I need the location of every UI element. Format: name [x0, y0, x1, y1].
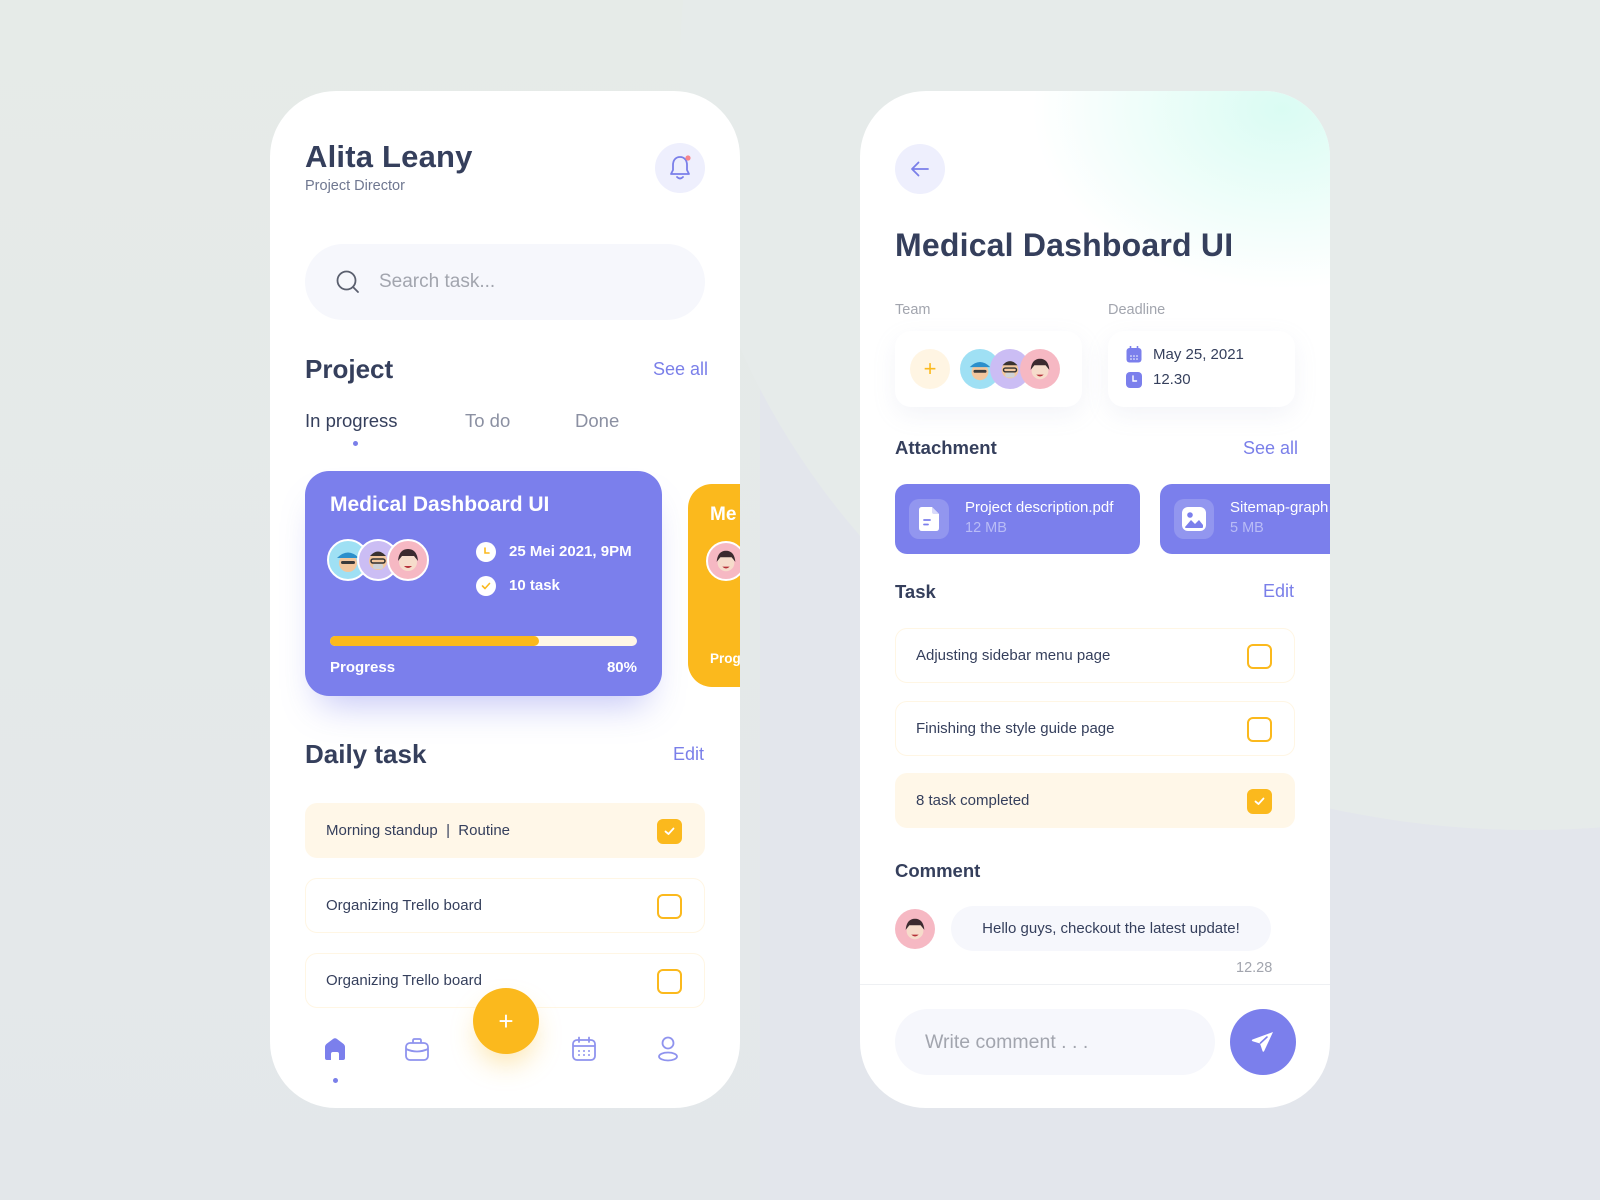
project-title: Medical Dashboard UI — [895, 227, 1234, 263]
attachment-name: Sitemap-graph — [1230, 499, 1329, 516]
image-icon — [1174, 499, 1214, 539]
progress-bar — [330, 636, 637, 646]
task-label: Organizing Trello board — [326, 897, 482, 914]
check-icon — [1254, 797, 1265, 805]
attachment-size: 12 MB — [965, 520, 1007, 536]
send-icon — [1251, 1032, 1273, 1052]
task-label: Finishing the style guide page — [916, 720, 1115, 737]
task-label: Adjusting sidebar menu page — [916, 647, 1111, 664]
project-section-title: Project — [305, 354, 394, 384]
nav-projects[interactable] — [402, 1034, 432, 1064]
deadline-time: 12.30 — [1153, 371, 1191, 388]
team-label: Team — [895, 302, 931, 318]
nav-active-indicator — [333, 1078, 338, 1083]
task-checkbox[interactable] — [1247, 717, 1272, 742]
task-label: 8 task completed — [916, 792, 1030, 809]
progress-label: Prog — [710, 651, 740, 666]
deadline-date: May 25, 2021 — [1153, 346, 1244, 363]
project-see-all-link[interactable]: See all — [653, 359, 708, 380]
active-tab-indicator — [353, 441, 358, 446]
attachment-title: Attachment — [895, 437, 997, 458]
project-detail-screen: Medical Dashboard UI Team Deadline + May… — [860, 91, 1330, 1108]
tab-to-do[interactable]: To do — [465, 410, 510, 432]
comment-title: Comment — [895, 860, 981, 881]
team-card: + — [895, 331, 1082, 407]
arrow-left-icon — [911, 161, 929, 177]
comment-input-placeholder: Write comment . . . — [925, 1030, 1089, 1053]
attachment-size: 5 MB — [1230, 520, 1264, 536]
home-icon — [325, 1038, 345, 1060]
nav-profile[interactable] — [653, 1034, 683, 1064]
task-checkbox[interactable] — [657, 819, 682, 844]
task-item[interactable]: Finishing the style guide page — [895, 701, 1295, 756]
daily-task-edit-link[interactable]: Edit — [673, 744, 704, 765]
attachment-name: Project description.pdf — [965, 499, 1114, 516]
task-checkbox[interactable] — [657, 969, 682, 994]
attachment-see-all-link[interactable]: See all — [1243, 438, 1298, 459]
notification-button[interactable] — [655, 143, 705, 193]
check-icon — [664, 827, 675, 835]
commenter-avatar — [895, 909, 935, 949]
notification-badge — [685, 155, 691, 161]
clock-icon — [1126, 372, 1142, 388]
project-task-count: 10 task — [509, 577, 560, 594]
attachment-file[interactable]: Project description.pdf 12 MB — [895, 484, 1140, 554]
task-item[interactable]: 8 task completed — [895, 773, 1295, 828]
task-checkbox[interactable] — [1247, 644, 1272, 669]
divider — [860, 984, 1330, 985]
back-button[interactable] — [895, 144, 945, 194]
briefcase-icon — [405, 1038, 429, 1061]
team-avatar — [706, 541, 740, 581]
task-title: Task — [895, 581, 936, 602]
team-avatar — [1020, 349, 1060, 389]
add-member-button[interactable]: + — [910, 349, 950, 389]
project-card-title: Medical Dashboard UI — [330, 493, 550, 516]
daily-task-item[interactable]: Morning standup | Routine — [305, 803, 705, 858]
task-label: Organizing Trello board — [326, 972, 482, 989]
comment-input[interactable]: Write comment . . . — [895, 1009, 1215, 1075]
project-card[interactable]: Medical Dashboard UI 25 Mei 2021, 9PM 10… — [305, 471, 662, 696]
bell-icon — [670, 155, 691, 180]
task-checkbox[interactable] — [657, 894, 682, 919]
project-card-secondary[interactable]: Me Prog — [688, 484, 740, 687]
search-input[interactable]: Search task... — [305, 244, 705, 320]
user-icon — [658, 1036, 678, 1062]
task-edit-link[interactable]: Edit — [1263, 581, 1294, 602]
search-icon — [336, 270, 359, 293]
task-checkbox[interactable] — [1247, 789, 1272, 814]
check-circle-icon — [476, 576, 496, 596]
deadline-label: Deadline — [1108, 302, 1166, 318]
send-button[interactable] — [1230, 1009, 1296, 1075]
comment-time: 12.28 — [1236, 960, 1273, 976]
task-label: Morning standup | Routine — [326, 822, 511, 839]
deadline-card: May 25, 2021 12.30 — [1108, 331, 1295, 407]
clock-icon — [476, 542, 496, 562]
progress-value: 80% — [606, 659, 637, 676]
comment-bubble: Hello guys, checkout the latest update! — [951, 906, 1271, 951]
user-role: Project Director — [305, 178, 405, 194]
task-item[interactable]: Adjusting sidebar menu page — [895, 628, 1295, 683]
calendar-icon — [572, 1036, 596, 1061]
document-icon — [909, 499, 949, 539]
home-screen: Alita Leany Project Director Search task… — [270, 91, 740, 1108]
nav-calendar[interactable] — [569, 1034, 599, 1064]
attachment-file[interactable]: Sitemap-graph 5 MB — [1160, 484, 1330, 554]
project-due-date: 25 Mei 2021, 9PM — [509, 543, 632, 560]
daily-task-item[interactable]: Organizing Trello board — [305, 878, 705, 933]
progress-label: Progress — [330, 659, 396, 676]
tab-done[interactable]: Done — [575, 410, 619, 432]
calendar-icon — [1126, 346, 1142, 363]
nav-home[interactable] — [320, 1034, 350, 1064]
tab-in-progress[interactable]: In progress — [305, 410, 398, 432]
progress-bar-fill — [330, 636, 539, 646]
search-placeholder: Search task... — [379, 271, 496, 292]
comment-text: Hello guys, checkout the latest update! — [982, 920, 1240, 937]
daily-task-title: Daily task — [305, 739, 427, 769]
user-name: Alita Leany — [305, 139, 473, 174]
team-avatar — [387, 539, 429, 581]
project-card-title: Me — [710, 504, 737, 525]
add-task-button[interactable]: + — [473, 988, 539, 1054]
